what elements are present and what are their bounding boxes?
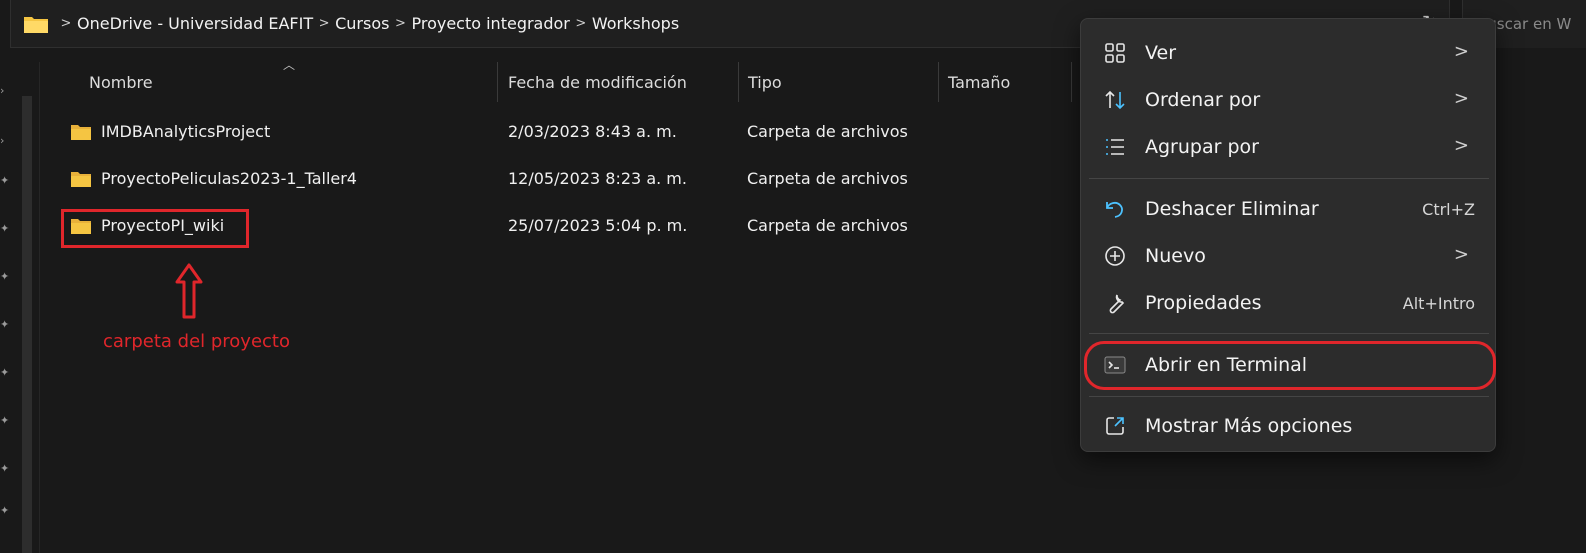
plus-circle-icon	[1105, 246, 1125, 266]
breadcrumb-item-cursos[interactable]: Cursos	[335, 14, 389, 33]
menu-item-agrupar-por[interactable]: Agrupar por >	[1089, 125, 1489, 169]
share-window-icon	[1106, 417, 1124, 435]
sort-ascending-icon: ︿	[283, 58, 296, 72]
file-name[interactable]: IMDBAnalyticsProject	[101, 122, 270, 141]
menu-item-label: Ver	[1145, 42, 1177, 64]
file-type: Carpeta de archivos	[747, 169, 908, 188]
pin-icon[interactable]: ✦	[0, 270, 10, 283]
group-list-icon	[1106, 139, 1124, 155]
column-header-type[interactable]: Tipo	[748, 62, 782, 102]
scrollbar[interactable]	[22, 96, 32, 553]
menu-item-label: Nuevo	[1145, 245, 1206, 267]
menu-item-label: Deshacer Eliminar	[1145, 198, 1319, 220]
pin-icon[interactable]: ✦	[0, 366, 10, 379]
breadcrumb-item-proyecto-integrador[interactable]: Proyecto integrador	[411, 14, 569, 33]
chevron-right-icon: >	[318, 16, 330, 31]
highlight-ellipse	[1084, 341, 1496, 390]
column-header-size[interactable]: Tamaño	[948, 62, 1010, 102]
column-divider[interactable]	[1071, 62, 1072, 102]
pin-icon[interactable]: ✦	[0, 504, 10, 517]
pin-icon[interactable]: ✦	[0, 318, 10, 331]
menu-item-label: Propiedades	[1145, 292, 1262, 314]
menu-item-label: Agrupar por	[1145, 136, 1259, 158]
wrench-icon	[1109, 294, 1125, 314]
sort-icon	[1105, 90, 1125, 110]
menu-item-propiedades[interactable]: Propiedades Alt+Intro	[1089, 281, 1489, 325]
menu-item-label: Ordenar por	[1145, 89, 1261, 111]
menu-item-ver[interactable]: Ver >	[1089, 31, 1489, 75]
file-type: Carpeta de archivos	[747, 216, 908, 235]
menu-item-deshacer-eliminar[interactable]: Deshacer Eliminar Ctrl+Z	[1089, 187, 1489, 231]
menu-item-ordenar-por[interactable]: Ordenar por >	[1089, 78, 1489, 122]
breadcrumb-item-onedrive[interactable]: OneDrive - Universidad EAFIT	[77, 14, 313, 33]
breadcrumb-item-workshops[interactable]: Workshops	[592, 14, 679, 33]
chevron-right-icon: >	[1453, 41, 1469, 62]
grid-icon	[1105, 43, 1125, 63]
menu-item-mostrar-mas-opciones[interactable]: Mostrar Más opciones	[1089, 404, 1489, 448]
up-arrow-icon	[175, 263, 203, 319]
chevron-right-icon: >	[60, 16, 72, 31]
folder-icon	[71, 172, 91, 187]
chevron-right-icon: >	[1453, 244, 1469, 265]
pin-icon[interactable]: ✦	[0, 414, 10, 427]
pin-icon[interactable]: ✦	[0, 462, 10, 475]
nav-item-icon[interactable]: ›	[0, 84, 10, 97]
pin-icon[interactable]: ✦	[0, 222, 10, 235]
shortcut-label: Alt+Intro	[1402, 294, 1475, 313]
file-modified: 2/03/2023 8:43 a. m.	[508, 122, 677, 141]
chevron-right-icon: >	[1453, 135, 1469, 156]
file-modified: 25/07/2023 5:04 p. m.	[508, 216, 688, 235]
breadcrumb: > OneDrive - Universidad EAFIT > Cursos …	[55, 14, 680, 33]
menu-divider	[1089, 333, 1489, 334]
annotation-label: carpeta del proyecto	[103, 331, 290, 352]
highlight-box	[61, 209, 249, 248]
file-name[interactable]: ProyectoPeliculas2023-1_Taller4	[101, 169, 357, 188]
chevron-right-icon: >	[395, 16, 406, 31]
folder-icon	[24, 16, 48, 33]
menu-item-label: Mostrar Más opciones	[1145, 415, 1353, 437]
menu-divider	[1089, 178, 1489, 179]
file-row[interactable]: ProyectoPeliculas2023-1_Taller4 12/05/20…	[60, 159, 1080, 199]
shortcut-label: Ctrl+Z	[1422, 200, 1475, 219]
file-modified: 12/05/2023 8:23 a. m.	[508, 169, 687, 188]
chevron-right-icon: >	[575, 16, 587, 31]
nav-item-icon[interactable]: ›	[0, 134, 10, 147]
pin-icon[interactable]: ✦	[0, 174, 10, 187]
column-header-modified[interactable]: Fecha de modificación	[508, 62, 687, 102]
undo-icon	[1106, 201, 1123, 218]
file-type: Carpeta de archivos	[747, 122, 908, 141]
folder-icon	[71, 125, 91, 140]
navigation-pane[interactable]: › › ✦ ✦ ✦ ✦ ✦ ✦ ✦ ✦	[0, 62, 40, 553]
file-row[interactable]: IMDBAnalyticsProject 2/03/2023 8:43 a. m…	[60, 112, 1080, 152]
menu-divider	[1089, 396, 1489, 397]
column-divider[interactable]	[938, 62, 939, 102]
column-header-name[interactable]: Nombre	[89, 62, 153, 102]
menu-item-nuevo[interactable]: Nuevo >	[1089, 234, 1489, 278]
column-divider[interactable]	[497, 62, 498, 102]
column-divider[interactable]	[738, 62, 739, 102]
chevron-right-icon: >	[1453, 88, 1469, 109]
